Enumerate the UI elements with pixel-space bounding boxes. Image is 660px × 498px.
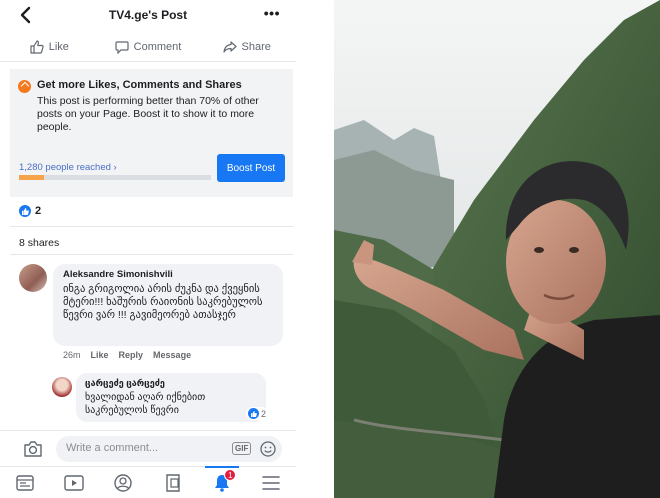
back-arrow-icon[interactable] — [16, 5, 36, 25]
comment-like-button[interactable]: Like — [91, 350, 109, 360]
like-button[interactable]: Like — [0, 39, 99, 54]
notification-badge: 1 — [224, 469, 237, 481]
reply-like-count: 2 — [261, 408, 267, 419]
post-action-bar: Like Comment Share — [0, 32, 296, 62]
facebook-post-screen: TV4.ge's Post ••• Like Comment Share Get… — [0, 0, 296, 498]
hamburger-menu-icon — [262, 475, 281, 490]
top-nav-bar: TV4.ge's Post ••• — [0, 0, 296, 30]
reply-reaction-summary[interactable]: 2 — [246, 407, 269, 420]
trending-up-icon — [18, 80, 31, 93]
boost-promo-card: Get more Likes, Comments and Shares This… — [10, 69, 293, 197]
comment-bubble: Aleksandre Simonishvili ინგა გრიგოლია არ… — [53, 264, 283, 346]
like-reaction-icon — [19, 205, 31, 217]
shares-count[interactable]: 8 shares — [19, 237, 59, 249]
boost-description: This post is performing better than 70% … — [37, 95, 259, 133]
share-label: Share — [241, 40, 271, 53]
like-reaction-icon — [248, 408, 259, 419]
gif-button[interactable]: GIF — [232, 442, 252, 455]
people-reached-link[interactable]: 1,280 people reached › — [19, 162, 117, 173]
tab-notifications[interactable]: 1 — [197, 466, 246, 498]
comment-composer: Write a comment... GIF — [0, 430, 296, 466]
page-title: TV4.ge's Post — [108, 8, 188, 22]
tab-watch[interactable] — [49, 467, 98, 498]
tab-pages[interactable] — [148, 467, 197, 498]
tab-profile[interactable] — [99, 467, 148, 498]
comment-meta: 26m Like Reply Message — [63, 350, 191, 360]
thumbs-up-icon — [30, 39, 44, 54]
camera-icon[interactable] — [23, 440, 43, 458]
emoji-icon[interactable] — [260, 441, 276, 457]
reply-author[interactable]: ცარცეძე ცარცეძე — [85, 378, 257, 389]
reply-text: ხვალიდან აღარ იქნებით საკრებულოს წევრი — [85, 392, 206, 416]
boost-headline: Get more Likes, Comments and Shares — [37, 79, 242, 91]
share-arrow-icon — [222, 40, 237, 53]
more-options-icon[interactable]: ••• — [264, 5, 280, 21]
comment-time: 26m — [63, 350, 81, 360]
tab-news-feed[interactable] — [0, 467, 49, 498]
boost-post-button[interactable]: Boost Post — [217, 154, 285, 182]
avatar[interactable] — [19, 264, 47, 292]
divider — [10, 226, 293, 227]
comment-button[interactable]: Comment — [99, 40, 198, 54]
divider — [10, 254, 293, 255]
like-label: Like — [48, 40, 69, 53]
comment-label: Comment — [133, 40, 182, 53]
news-feed-icon — [15, 474, 34, 491]
share-button[interactable]: Share — [197, 40, 296, 54]
reach-progress-bar — [19, 175, 211, 180]
photo-illustration — [334, 0, 660, 498]
comment-message-button[interactable]: Message — [153, 350, 191, 360]
reply-bubble: ცარცეძე ცარცეძე ხვალიდან აღარ იქნებით სა… — [76, 373, 266, 422]
comment-text: ინგა გრიგოლია არის ძუკნა და ქვეყნის მტერ… — [63, 283, 263, 321]
reaction-summary[interactable]: 2 — [19, 205, 41, 217]
reaction-count: 2 — [35, 205, 42, 217]
reach-progress-fill — [19, 175, 44, 180]
pages-icon — [165, 473, 180, 492]
video-play-icon — [64, 474, 84, 491]
comment-author[interactable]: Aleksandre Simonishvili — [63, 269, 273, 280]
comment-reply-button[interactable]: Reply — [119, 350, 144, 360]
bottom-tab-bar: 1 — [0, 466, 296, 498]
profile-icon — [114, 473, 133, 492]
comment-bubble-icon — [115, 40, 129, 54]
photo-man-in-mountains — [334, 0, 660, 498]
avatar[interactable] — [52, 377, 72, 397]
tab-menu[interactable] — [247, 467, 296, 498]
